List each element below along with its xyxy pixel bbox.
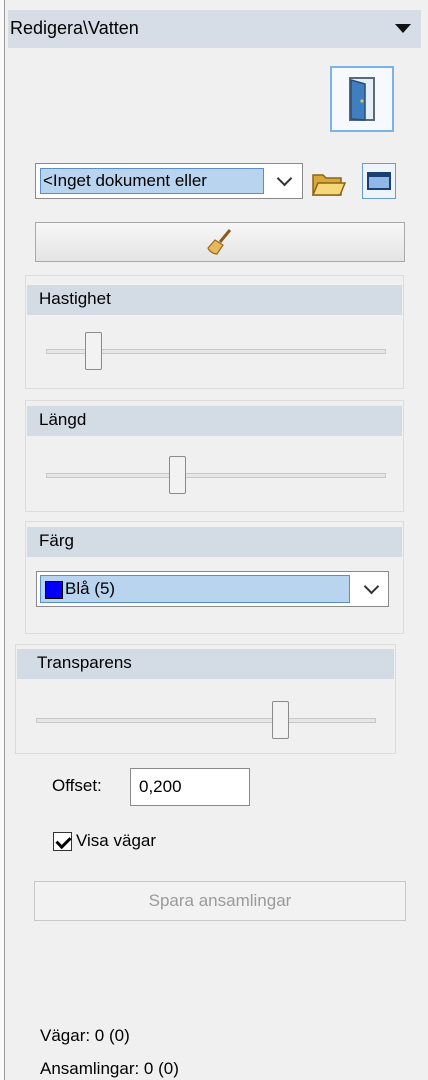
speed-header: Hastighet <box>27 285 402 315</box>
door-button[interactable] <box>330 66 394 132</box>
color-dropdown-value: Blå (5) <box>40 575 350 603</box>
color-dropdown[interactable]: Blå (5) <box>36 571 389 607</box>
frame-button[interactable] <box>362 163 396 199</box>
slider-thumb[interactable] <box>272 701 289 739</box>
transparency-slider[interactable] <box>36 700 376 740</box>
length-slider[interactable] <box>46 455 386 495</box>
open-folder-button[interactable] <box>309 166 347 200</box>
checkmark-icon <box>55 832 72 850</box>
panel-left-border <box>0 0 5 1080</box>
color-label: Färg <box>39 531 74 550</box>
transparency-header: Transparens <box>17 649 394 679</box>
show-roads-checkbox[interactable] <box>53 832 72 851</box>
panel-header[interactable]: Redigera\Vatten <box>8 10 421 48</box>
speed-group: Hastighet <box>25 275 404 389</box>
clear-button[interactable] <box>35 222 405 262</box>
length-header: Längd <box>27 406 402 436</box>
color-selected-text: Blå (5) <box>65 579 116 598</box>
offset-input[interactable] <box>130 768 250 806</box>
slider-track <box>36 718 376 723</box>
accumulations-count: Ansamlingar: 0 (0) <box>40 1059 179 1078</box>
panel-title: Redigera\Vatten <box>10 18 139 38</box>
broom-icon <box>207 229 232 255</box>
speed-label: Hastighet <box>39 289 111 308</box>
length-label: Längd <box>39 410 87 429</box>
color-swatch <box>45 581 63 599</box>
offset-label: Offset: <box>52 776 102 795</box>
color-header: Färg <box>27 527 402 557</box>
frame-icon <box>367 172 391 190</box>
slider-track <box>46 473 386 478</box>
collapse-arrow-icon[interactable] <box>395 24 411 33</box>
roads-count: Vägar: 0 (0) <box>40 1026 130 1045</box>
show-roads-label[interactable]: Visa vägar <box>76 831 156 851</box>
slider-thumb[interactable] <box>85 332 102 370</box>
door-icon <box>349 77 375 121</box>
folder-icon <box>311 174 347 196</box>
document-dropdown-value: <Inget dokument eller <box>40 168 264 194</box>
chevron-down-icon[interactable] <box>276 170 293 187</box>
slider-thumb[interactable] <box>169 456 186 494</box>
speed-slider[interactable] <box>46 331 386 371</box>
chevron-down-icon[interactable] <box>363 578 380 595</box>
transparency-label: Transparens <box>37 653 132 672</box>
document-dropdown[interactable]: <Inget dokument eller <box>35 163 303 199</box>
transparency-group: Transparens <box>15 644 396 754</box>
length-group: Längd <box>25 400 404 512</box>
save-accumulations-button[interactable]: Spara ansamlingar <box>34 881 406 921</box>
